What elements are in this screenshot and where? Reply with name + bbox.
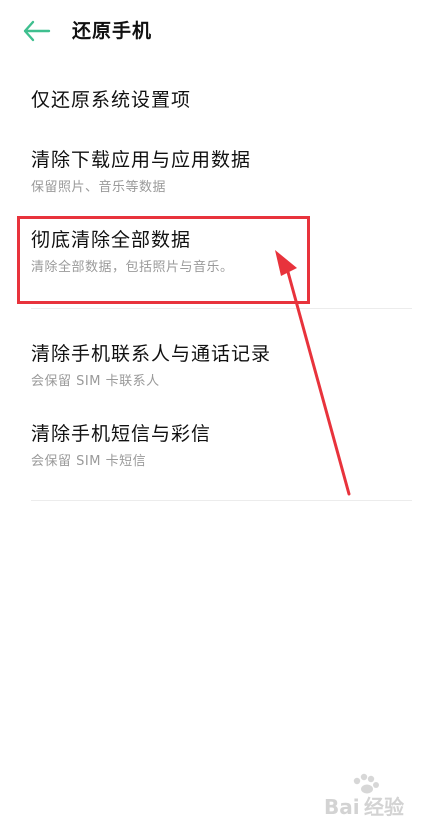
option-title: 清除下载应用与应用数据 <box>31 149 252 171</box>
paw-logo-icon <box>353 773 379 794</box>
reset-phone-screen: 还原手机 仅还原系统设置项 清除下载应用与应用数据 保留照片、音乐等数据 彻底清… <box>0 0 441 828</box>
option-clear-sms-mms[interactable]: 清除手机短信与彩信 会保留 SIM 卡短信 <box>31 420 411 472</box>
option-subtitle: 会保留 SIM 卡联系人 <box>31 374 160 389</box>
svg-text:Bai: Bai <box>324 795 360 819</box>
section-divider <box>31 308 412 309</box>
option-subtitle: 保留照片、音乐等数据 <box>31 180 167 195</box>
option-title: 仅还原系统设置项 <box>31 89 192 111</box>
app-header: 还原手机 <box>0 0 441 62</box>
back-button[interactable] <box>22 18 52 44</box>
watermark-logo: Bai 经验 <box>324 773 404 819</box>
page-title: 还原手机 <box>72 20 153 42</box>
option-reset-system-settings[interactable]: 仅还原系统设置项 <box>31 86 411 114</box>
annotation-arrow <box>275 250 351 496</box>
section-divider <box>31 500 412 501</box>
option-clear-contacts-calllog[interactable]: 清除手机联系人与通话记录 会保留 SIM 卡联系人 <box>31 340 411 392</box>
option-subtitle: 清除全部数据，包括照片与音乐。 <box>31 260 234 275</box>
option-clear-apps-data[interactable]: 清除下载应用与应用数据 保留照片、音乐等数据 <box>31 146 411 198</box>
svg-text:经验: 经验 <box>364 795 404 819</box>
arrow-left-icon <box>23 20 51 42</box>
option-title: 清除手机短信与彩信 <box>31 423 212 445</box>
option-title: 清除手机联系人与通话记录 <box>31 343 272 365</box>
option-erase-all-data[interactable]: 彻底清除全部数据 清除全部数据，包括照片与音乐。 <box>31 226 411 278</box>
option-subtitle: 会保留 SIM 卡短信 <box>31 454 147 469</box>
option-title: 彻底清除全部数据 <box>31 229 192 251</box>
